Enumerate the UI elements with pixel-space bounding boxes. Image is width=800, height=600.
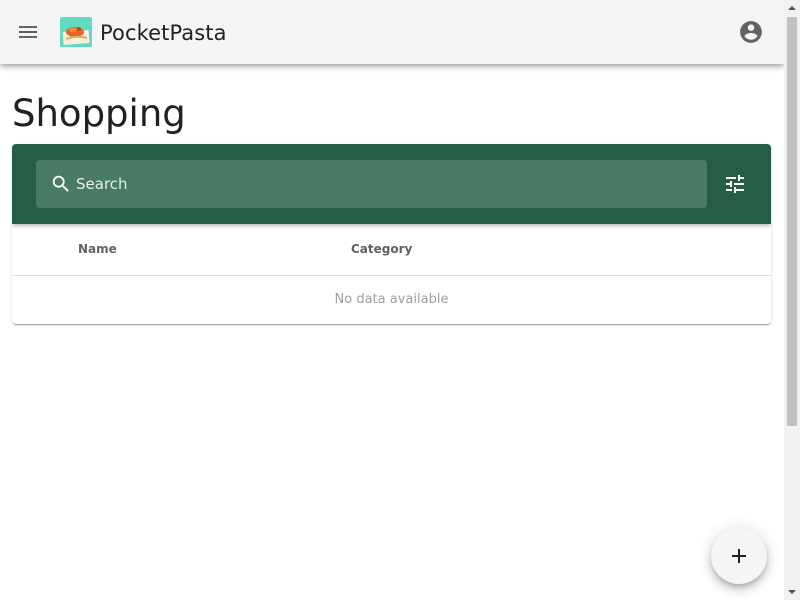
menu-icon bbox=[19, 26, 37, 38]
page-title: Shopping bbox=[12, 92, 186, 135]
table-toolbar bbox=[12, 144, 771, 224]
account-circle-icon bbox=[740, 21, 762, 43]
scroll-up-arrow-icon[interactable] bbox=[784, 0, 800, 16]
shopping-table-card: Name Category No data available bbox=[12, 144, 771, 324]
column-header-category[interactable]: Category bbox=[351, 224, 412, 275]
column-header-name[interactable]: Name bbox=[78, 224, 117, 275]
empty-state-message: No data available bbox=[334, 292, 449, 307]
vertical-scrollbar[interactable] bbox=[784, 0, 800, 600]
tune-icon bbox=[726, 175, 744, 193]
table-header: Name Category bbox=[12, 224, 771, 276]
filter-button[interactable] bbox=[715, 160, 755, 208]
scrollbar-thumb[interactable] bbox=[787, 17, 797, 426]
add-item-button[interactable] bbox=[711, 528, 767, 584]
search-field[interactable] bbox=[36, 160, 707, 208]
app-bar: PocketPasta bbox=[0, 0, 784, 64]
menu-button[interactable] bbox=[4, 8, 52, 56]
search-input[interactable] bbox=[76, 160, 696, 208]
pasta-logo bbox=[60, 17, 92, 47]
account-button[interactable] bbox=[727, 8, 775, 56]
app-viewport: PocketPasta Shopping Name Categor bbox=[0, 0, 784, 600]
search-icon bbox=[52, 175, 69, 192]
add-icon bbox=[732, 549, 746, 563]
app-title: PocketPasta bbox=[100, 21, 227, 45]
scroll-down-arrow-icon[interactable] bbox=[784, 584, 800, 600]
